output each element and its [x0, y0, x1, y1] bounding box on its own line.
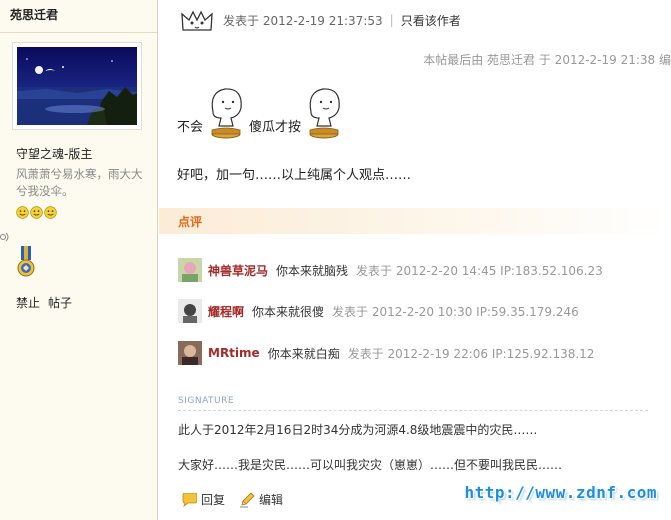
- pencil-icon: [240, 491, 255, 507]
- comment-item: 耀程啊 你本来就很傻 发表于 2012-2-20 10:30 IP:59.35.…: [178, 299, 579, 323]
- post-text: 傻瓜才按: [249, 120, 302, 135]
- reply-button[interactable]: 回复: [181, 491, 225, 508]
- edit-button[interactable]: 编辑: [239, 491, 283, 508]
- sidebar-divider: [0, 32, 157, 33]
- post-date: 发表于 2012-2-19 21:37:53: [223, 13, 383, 28]
- sitting-blob-emoticon-icon: [309, 88, 340, 139]
- user-title: 守望之魂-版主: [16, 147, 93, 161]
- comment-item: MRtime 你本来就白痴 发表于 2012-2-19 22:06 IP:125…: [178, 341, 594, 365]
- comment-text: 你本来就白痴: [267, 346, 340, 361]
- comment-header-label: 点评: [178, 215, 203, 229]
- signature-text: 大家好……我是灾民……可以叫我灾灾（崽崽）……但不要叫我民民……: [178, 458, 563, 472]
- only-author-link[interactable]: 只看该作者: [401, 12, 461, 29]
- signature-divider: [178, 410, 648, 411]
- commenter-avatar[interactable]: [178, 258, 202, 282]
- reply-icon: [182, 492, 197, 507]
- smiley-icon: [30, 206, 43, 219]
- edit-label: 编辑: [259, 493, 284, 507]
- share-icon[interactable]: [0, 230, 12, 244]
- ban-link[interactable]: 禁止: [16, 294, 40, 311]
- medal-icon: [17, 246, 35, 277]
- smiley-icon: [16, 206, 29, 219]
- comment-text: 你本来就脑残: [276, 263, 349, 278]
- post-actions: 回复 编辑: [181, 491, 297, 508]
- site-watermark: http://www.zdnf.com: [464, 483, 657, 502]
- post-text: 好吧，加一句……以上纯属个人观点……: [177, 168, 412, 183]
- post-text: 不会: [177, 120, 204, 135]
- online-status-icon: [181, 10, 213, 31]
- last-edit-note: 本帖最后由 苑思迁君 于 2012-2-19 21:38 编: [423, 53, 671, 67]
- post-meta: 发表于 2012-2-19 21:37:53 | 只看该作者: [179, 8, 461, 32]
- comment-meta: 发表于 2012-2-19 22:06 IP:125.92.138.12: [347, 346, 595, 361]
- avatar-frame: [12, 42, 142, 130]
- user-signature: 风萧萧兮易水寒，雨大大兮我没伞。: [16, 167, 143, 198]
- posts-link[interactable]: 帖子: [48, 294, 72, 311]
- comment-header: 点评: [159, 208, 671, 234]
- comment-meta: 发表于 2012-2-20 10:30 IP:59.35.179.246: [332, 304, 579, 319]
- commenter-avatar[interactable]: [178, 341, 202, 365]
- commenter-avatar[interactable]: [178, 299, 202, 323]
- signature-text: 此人于2012年2月16日2时34分成为河源4.8级地震震中的灾民……: [178, 423, 538, 437]
- post-content: 不会 傻瓜才按 好吧，加一句……以上纯属个人观点……: [177, 80, 667, 183]
- smiley-icon: [44, 206, 57, 219]
- reply-label: 回复: [201, 493, 226, 507]
- author-name[interactable]: 苑思迁君: [10, 6, 58, 23]
- author-actions: 禁止 帖子: [16, 294, 72, 311]
- comment-item: 神兽草泥马 你本来就脑残 发表于 2012-2-20 14:45 IP:183.…: [178, 258, 603, 282]
- commenter-name[interactable]: 神兽草泥马: [208, 262, 268, 279]
- commenter-name[interactable]: MRtime: [208, 346, 260, 360]
- commenter-name[interactable]: 耀程啊: [208, 303, 244, 320]
- avatar[interactable]: [17, 47, 137, 125]
- post-main: 发表于 2012-2-19 21:37:53 | 只看该作者 本帖最后由 苑思迁…: [159, 0, 671, 520]
- emote-row: [16, 206, 57, 219]
- post-line: 不会 傻瓜才按: [177, 80, 667, 140]
- comment-meta: 发表于 2012-2-20 14:45 IP:183.52.106.23: [356, 263, 603, 278]
- meta-separator: |: [389, 13, 394, 27]
- sitting-blob-emoticon-icon: [211, 88, 242, 139]
- comment-text: 你本来就很傻: [252, 304, 325, 319]
- author-sidebar: 苑思迁君 守望之魂-版主 风萧萧兮易水寒，雨大大兮我没伞。 禁止 帖子: [0, 0, 158, 520]
- signature-label: SIGNATURE: [178, 396, 235, 406]
